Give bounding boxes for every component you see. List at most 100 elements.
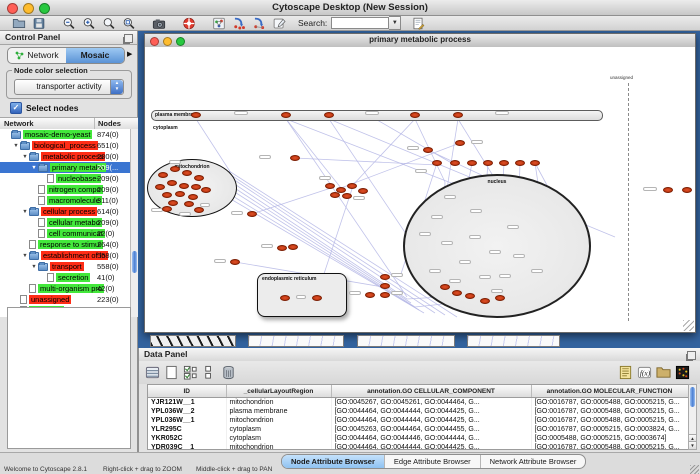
- graph-node[interactable]: [162, 206, 172, 212]
- app-resize-grip[interactable]: [690, 465, 699, 474]
- graph-node[interactable]: [453, 112, 463, 118]
- table-scrollbar[interactable]: ▲ ▼: [688, 384, 697, 450]
- tree-row[interactable]: ▼transport558(0): [0, 261, 130, 272]
- graph-node[interactable]: [380, 274, 390, 280]
- graph-node[interactable]: [158, 172, 168, 178]
- hide-selected-nodes-icon[interactable]: [232, 17, 246, 30]
- graph-node[interactable]: [168, 200, 178, 206]
- expand-triangle-icon[interactable]: ▼: [30, 264, 38, 270]
- zoom-selected-icon[interactable]: [122, 17, 136, 30]
- tree-row[interactable]: unassigned223(0): [0, 294, 130, 305]
- graph-node[interactable]: [191, 112, 201, 118]
- delete-attribute-icon[interactable]: [221, 365, 236, 380]
- graph-node[interactable]: [495, 295, 505, 301]
- scroll-down-icon[interactable]: ▼: [689, 441, 696, 449]
- annotation-icon[interactable]: [411, 17, 425, 30]
- background-window-thumbnail[interactable]: [467, 335, 560, 347]
- graph-node[interactable]: [432, 160, 442, 166]
- expand-triangle-icon[interactable]: ▼: [30, 165, 38, 171]
- graph-node[interactable]: [162, 192, 172, 198]
- graph-node[interactable]: [280, 295, 290, 301]
- graph-node[interactable]: [175, 191, 185, 197]
- tab-network[interactable]: Network: [8, 48, 66, 63]
- attribute-matrix-icon[interactable]: [145, 365, 160, 380]
- network-window-titlebar[interactable]: primary metabolic process: [145, 34, 695, 48]
- graph-node[interactable]: [465, 293, 475, 299]
- graph-node[interactable]: [440, 284, 450, 290]
- tree-row[interactable]: cellular metabo209(0): [0, 217, 130, 228]
- table-row[interactable]: YLR295Ccytoplasm[GO:0045263, GO:0044464,…: [148, 425, 688, 434]
- background-window-thumbnail[interactable]: [150, 335, 236, 347]
- table-row[interactable]: YPL036W__1mitochondrion[GO:0044464, GO:0…: [148, 416, 688, 425]
- vizmapper-icon[interactable]: [272, 17, 286, 30]
- graph-node[interactable]: [194, 207, 204, 213]
- node-color-dropdown[interactable]: transporter activity ▲▼: [14, 79, 124, 95]
- unselect-attributes-icon[interactable]: [202, 365, 217, 380]
- graph-node[interactable]: [342, 193, 352, 199]
- save-session-icon[interactable]: [32, 17, 46, 30]
- graph-node[interactable]: [194, 175, 204, 181]
- graph-node[interactable]: [330, 192, 340, 198]
- tree-row[interactable]: response to stimul264(0): [0, 239, 130, 250]
- select-nodes-checkbox[interactable]: ✓: [10, 102, 22, 114]
- graph-node[interactable]: [312, 295, 322, 301]
- tree-row[interactable]: nitrogen compo209(0): [0, 184, 130, 195]
- tree-row[interactable]: ▼metabolic process280(0): [0, 151, 130, 162]
- table-row[interactable]: YPL036W__2plasma membrane[GO:0044464, GO…: [148, 407, 688, 416]
- select-attributes-icon[interactable]: [183, 365, 198, 380]
- expand-triangle-icon[interactable]: ▼: [21, 209, 29, 215]
- expand-triangle-icon[interactable]: ▼: [21, 154, 29, 160]
- birdseye-view-panel[interactable]: [7, 307, 131, 449]
- tree-row[interactable]: multi-organism pro42(0): [0, 283, 130, 294]
- graph-node[interactable]: [155, 184, 165, 190]
- tree-row[interactable]: ▼biological_process651(0): [0, 140, 130, 151]
- tree-scrollbar-thumb[interactable]: [132, 251, 137, 273]
- col-cellular-layout-region[interactable]: _cellularLayoutRegion: [226, 385, 331, 398]
- col-go-molecular-function[interactable]: annotation.GO MOLECULAR_FUNCTION: [531, 385, 688, 398]
- graph-node[interactable]: [230, 259, 240, 265]
- graph-node[interactable]: [358, 188, 368, 194]
- network-canvas[interactable]: plasma membrane cytoplasm mitochondrion …: [145, 47, 695, 332]
- graph-node[interactable]: [380, 292, 390, 298]
- tab-mosaic[interactable]: Mosaic: [66, 48, 124, 63]
- tree-row[interactable]: ▼primary metabo209(...: [0, 162, 130, 173]
- background-window-thumbnail[interactable]: [357, 335, 455, 347]
- graph-node[interactable]: [410, 112, 420, 118]
- graph-node[interactable]: [682, 187, 692, 193]
- tree-row[interactable]: cell communicat22(0): [0, 228, 130, 239]
- table-row[interactable]: YKR052Ccytoplasm[GO:0044464, GO:0044446,…: [148, 434, 688, 443]
- hide-selected-edges-icon[interactable]: [252, 17, 266, 30]
- expand-triangle-icon[interactable]: ▼: [12, 143, 20, 149]
- graph-node[interactable]: [288, 244, 298, 250]
- graph-node[interactable]: [324, 112, 334, 118]
- graph-node[interactable]: [281, 112, 291, 118]
- snapshot-icon[interactable]: [152, 17, 166, 30]
- network-overview-icon[interactable]: [212, 17, 226, 30]
- graph-node[interactable]: [499, 160, 509, 166]
- function-builder-icon[interactable]: f(x): [637, 365, 652, 380]
- graph-node[interactable]: [663, 187, 673, 193]
- tree-row[interactable]: mosaic-demo-yeast874(0): [0, 129, 130, 140]
- zoom-fit-icon[interactable]: [102, 17, 116, 30]
- graph-node[interactable]: [179, 183, 189, 189]
- search-input[interactable]: [331, 17, 389, 29]
- graph-node[interactable]: [380, 283, 390, 289]
- attribute-list-icon[interactable]: [618, 365, 633, 380]
- graph-node[interactable]: [365, 292, 375, 298]
- graph-node[interactable]: [182, 170, 192, 176]
- tree-row[interactable]: ▼establishment of lo558(0): [0, 250, 130, 261]
- expand-triangle-icon[interactable]: ▼: [21, 253, 29, 259]
- import-attributes-icon[interactable]: [656, 365, 671, 380]
- graph-node[interactable]: [325, 183, 335, 189]
- graph-node[interactable]: [170, 166, 180, 172]
- graph-node[interactable]: [467, 160, 477, 166]
- graph-node[interactable]: [480, 298, 490, 304]
- graph-node[interactable]: [455, 140, 465, 146]
- graph-node[interactable]: [201, 187, 211, 193]
- graph-node[interactable]: [247, 211, 257, 217]
- window-resize-grip[interactable]: [683, 320, 694, 331]
- graph-node[interactable]: [347, 183, 357, 189]
- zoom-in-icon[interactable]: [82, 17, 96, 30]
- graph-node[interactable]: [188, 194, 198, 200]
- zoom-out-icon[interactable]: [62, 17, 76, 30]
